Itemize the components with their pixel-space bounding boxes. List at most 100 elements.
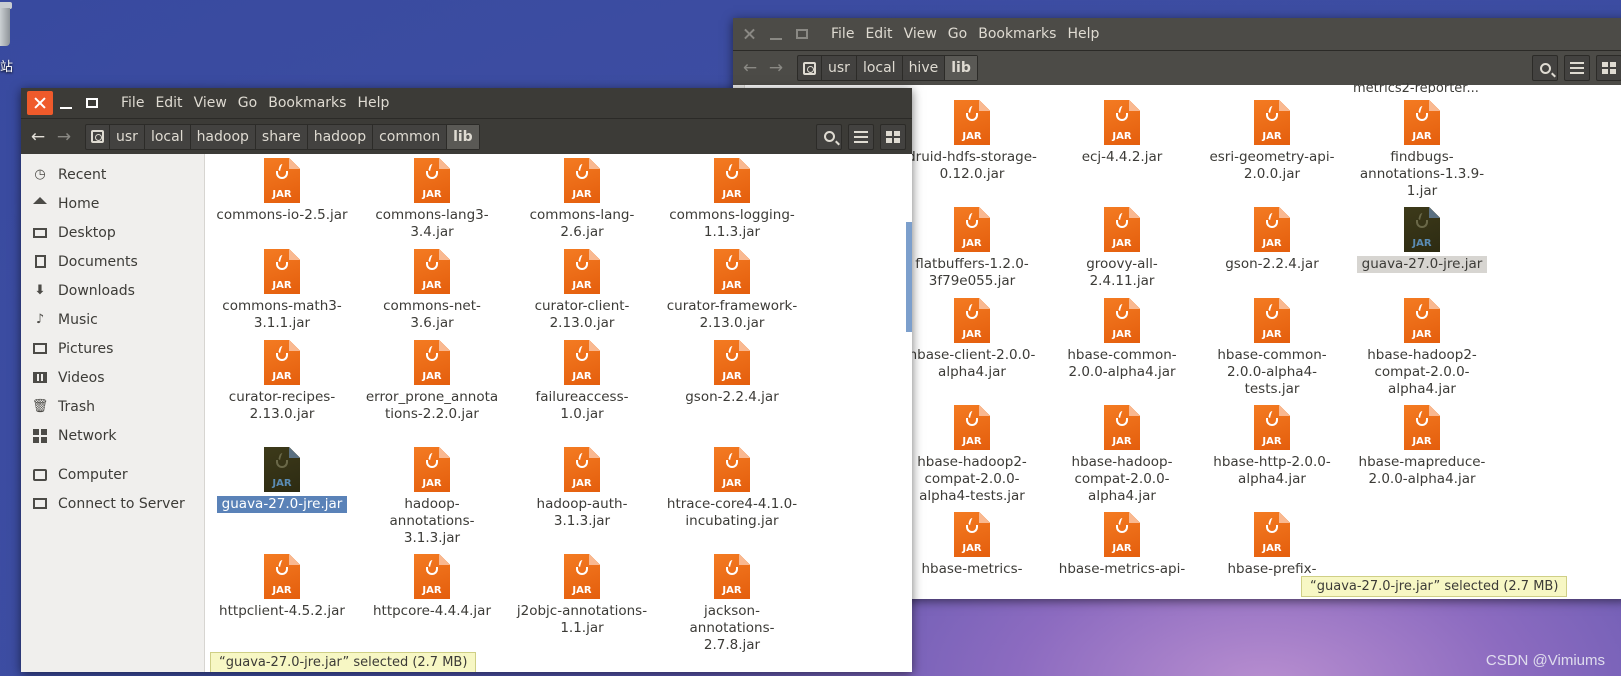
file-item[interactable]: JAR hbase-common-2.0.0-alpha4.jar	[1047, 298, 1197, 381]
breadcrumb-usr[interactable]: usr	[822, 56, 857, 80]
sidebar-item-trash[interactable]: 🗑 Trash	[21, 392, 204, 421]
sidebar-item-network[interactable]: Network	[21, 421, 204, 450]
file-item[interactable]: JAR curator-framework-2.13.0.jar	[657, 249, 807, 332]
file-name: hadoop-auth-3.1.3.jar	[536, 496, 628, 529]
file-item[interactable]: JAR esri-geometry-api-2.0.0.jar	[1197, 100, 1347, 183]
menu-edit[interactable]: Edit	[865, 26, 892, 42]
menu-file[interactable]: File	[121, 95, 144, 111]
sidebar-item-computer[interactable]: Computer	[21, 460, 204, 489]
close-icon[interactable]	[737, 22, 763, 46]
file-item[interactable]: JAR hbase-common-2.0.0-alpha4-tests.jar	[1197, 298, 1347, 398]
menu-view[interactable]: View	[904, 26, 937, 42]
root-drive-icon[interactable]	[86, 124, 110, 149]
file-item[interactable]: JAR commons-lang-2.6.jar	[507, 158, 657, 241]
menu-edit[interactable]: Edit	[155, 95, 182, 111]
file-item[interactable]: JAR j2objc-annotations-1.1.jar	[507, 554, 657, 637]
forward-arrow-icon[interactable]: →	[51, 124, 77, 150]
desktop-label[interactable]: 站	[0, 56, 13, 75]
search-icon[interactable]	[1532, 55, 1558, 81]
menu-file[interactable]: File	[831, 26, 854, 42]
breadcrumb-hadoop[interactable]: hadoop	[191, 124, 256, 149]
file-item[interactable]: JAR curator-client-2.13.0.jar	[507, 249, 657, 332]
file-item[interactable]: JAR hbase-metrics-api-	[1047, 512, 1197, 578]
file-item[interactable]: JAR flatbuffers-1.2.0-3f79e055.jar	[897, 207, 1047, 290]
menu-bookmarks[interactable]: Bookmarks	[978, 26, 1056, 42]
scrollbar[interactable]	[906, 222, 912, 332]
menu-bookmarks[interactable]: Bookmarks	[268, 95, 346, 111]
file-item[interactable]: JAR gson-2.2.4.jar	[1197, 207, 1347, 273]
sidebar-item-videos[interactable]: Videos	[21, 363, 204, 392]
file-item[interactable]: JAR hbase-metrics-	[897, 512, 1047, 578]
file-item[interactable]: JAR guava-27.0-jre.jar	[207, 447, 357, 513]
sidebar-item-documents[interactable]: Documents	[21, 247, 204, 276]
file-item[interactable]: JAR jackson-annotations-2.7.8.jar	[657, 554, 807, 654]
file-item[interactable]: JAR ecj-4.4.2.jar	[1047, 100, 1197, 166]
root-drive-icon[interactable]	[798, 56, 822, 80]
minimize-icon[interactable]	[763, 22, 789, 46]
file-item[interactable]: JAR druid-hdfs-storage-0.12.0.jar	[897, 100, 1047, 183]
file-item[interactable]: JAR groovy-all-2.4.11.jar	[1047, 207, 1197, 290]
file-item[interactable]: JAR commons-io-2.5.jar	[207, 158, 357, 224]
breadcrumb-hive[interactable]: hive	[903, 56, 946, 80]
file-item[interactable]: JAR commons-math3-3.1.1.jar	[207, 249, 357, 332]
file-item[interactable]: JAR hadoop-auth-3.1.3.jar	[507, 447, 657, 530]
back-arrow-icon[interactable]: ←	[25, 124, 51, 150]
file-item[interactable]: JAR findbugs-annotations-1.3.9-1.jar	[1347, 100, 1497, 200]
file-item[interactable]: JAR hbase-hadoop-compat-2.0.0-alpha4.jar	[1047, 405, 1197, 505]
file-item[interactable]: JAR httpcore-4.4.4.jar	[357, 554, 507, 620]
maximize-icon[interactable]	[789, 22, 815, 46]
breadcrumb-share[interactable]: share	[256, 124, 308, 149]
file-item[interactable]: JAR hbase-hadoop2-compat-2.0.0-alpha4.jar	[1347, 298, 1497, 398]
breadcrumb-lib[interactable]: lib	[945, 56, 977, 80]
file-item[interactable]: JAR hbase-client-2.0.0-alpha4.jar	[897, 298, 1047, 381]
search-icon[interactable]	[816, 123, 842, 150]
title-bar[interactable]: File Edit View Go Bookmarks Help	[21, 88, 912, 118]
grid-view-icon[interactable]	[1596, 55, 1621, 81]
breadcrumb-usr[interactable]: usr	[110, 124, 145, 149]
grid-view-icon[interactable]	[880, 123, 906, 150]
file-item[interactable]: JAR hbase-http-2.0.0-alpha4.jar	[1197, 405, 1347, 488]
sidebar-item-downloads[interactable]: ⬇ Downloads	[21, 276, 204, 305]
menu-help[interactable]: Help	[357, 95, 389, 111]
breadcrumb-local[interactable]: local	[145, 124, 191, 149]
forward-arrow-icon[interactable]: →	[763, 55, 789, 81]
breadcrumb-hadoop-2[interactable]: hadoop	[308, 124, 374, 149]
breadcrumb-common[interactable]: common	[373, 124, 448, 149]
breadcrumb-lib[interactable]: lib	[447, 124, 479, 149]
sidebar-item-music[interactable]: ♪ Music	[21, 305, 204, 334]
title-bar[interactable]: File Edit View Go Bookmarks Help	[733, 18, 1621, 50]
menu-go[interactable]: Go	[238, 95, 257, 111]
file-item[interactable]: JAR failureaccess-1.0.jar	[507, 340, 657, 423]
file-item[interactable]: JAR htrace-core4-4.1.0-incubating.jar	[657, 447, 807, 530]
menu-help[interactable]: Help	[1067, 26, 1099, 42]
menu-go[interactable]: Go	[948, 26, 967, 42]
file-item[interactable]: JAR httpclient-4.5.2.jar	[207, 554, 357, 620]
sidebar-item-pictures[interactable]: Pictures	[21, 334, 204, 363]
list-view-icon[interactable]	[1564, 55, 1590, 81]
file-item[interactable]: JAR gson-2.2.4.jar	[657, 340, 807, 406]
file-item[interactable]: JAR commons-net-3.6.jar	[357, 249, 507, 332]
file-item[interactable]: JAR hadoop-annotations-3.1.3.jar	[357, 447, 507, 547]
sidebar-item-recent[interactable]: ◷ Recent	[21, 160, 204, 189]
file-name: druid-hdfs-storage-0.12.0.jar	[907, 149, 1037, 182]
file-item[interactable]: JAR curator-recipes-2.13.0.jar	[207, 340, 357, 423]
file-item[interactable]: JAR error_prone_annotations-2.2.0.jar	[357, 340, 507, 423]
file-item[interactable]: JAR hbase-mapreduce-2.0.0-alpha4.jar	[1347, 405, 1497, 488]
minimize-icon[interactable]	[53, 91, 79, 115]
file-item[interactable]: JAR commons-lang3-3.4.jar	[357, 158, 507, 241]
back-arrow-icon[interactable]: ←	[737, 55, 763, 81]
file-item[interactable]: JAR hbase-hadoop2-compat-2.0.0-alpha4-tes…	[897, 405, 1047, 505]
breadcrumb-local[interactable]: local	[857, 56, 903, 80]
file-item[interactable]: JAR commons-logging-1.1.3.jar	[657, 158, 807, 241]
list-view-icon[interactable]	[848, 123, 874, 150]
file-item[interactable]: JAR hbase-prefix-	[1197, 512, 1347, 578]
desktop-trash-icon[interactable]	[0, 0, 12, 48]
sidebar-item-connect-to-server[interactable]: Connect to Server	[21, 489, 204, 518]
file-item[interactable]: JAR guava-27.0-jre.jar	[1347, 207, 1497, 273]
sidebar-item-home[interactable]: Home	[21, 189, 204, 218]
close-icon[interactable]	[27, 91, 53, 115]
menu-view[interactable]: View	[194, 95, 227, 111]
sidebar-item-desktop[interactable]: Desktop	[21, 218, 204, 247]
maximize-icon[interactable]	[79, 91, 105, 115]
jar-file-icon: JAR	[414, 340, 450, 385]
